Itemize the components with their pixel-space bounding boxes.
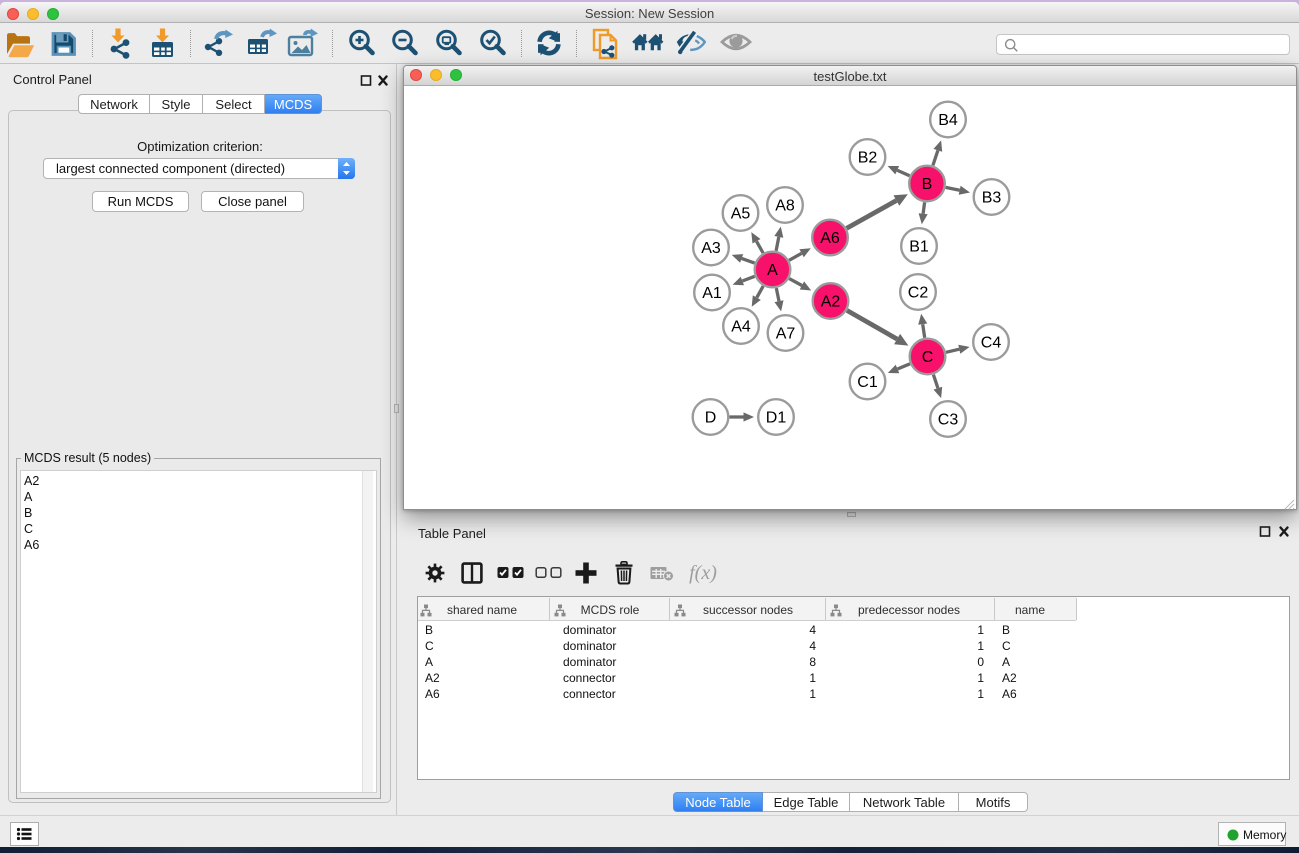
svg-text:D1: D1 (766, 410, 787, 427)
svg-text:A4: A4 (731, 319, 751, 336)
svg-text:B: B (922, 176, 933, 193)
svg-text:B1: B1 (909, 239, 929, 256)
svg-text:A5: A5 (731, 206, 751, 223)
svg-text:C4: C4 (981, 335, 1002, 352)
svg-text:B3: B3 (982, 190, 1002, 207)
svg-text:A1: A1 (702, 285, 722, 302)
svg-text:C3: C3 (938, 412, 959, 429)
svg-text:A6: A6 (820, 230, 840, 247)
svg-text:D: D (705, 410, 717, 427)
svg-text:B4: B4 (938, 112, 958, 129)
svg-text:B2: B2 (858, 150, 878, 167)
svg-text:A7: A7 (776, 326, 796, 343)
svg-text:C1: C1 (857, 374, 878, 391)
svg-text:A3: A3 (701, 240, 721, 257)
svg-text:C: C (922, 349, 934, 366)
svg-text:A2: A2 (821, 294, 841, 311)
svg-text:A: A (767, 262, 778, 279)
svg-text:A8: A8 (775, 198, 795, 215)
svg-text:C2: C2 (908, 285, 929, 302)
